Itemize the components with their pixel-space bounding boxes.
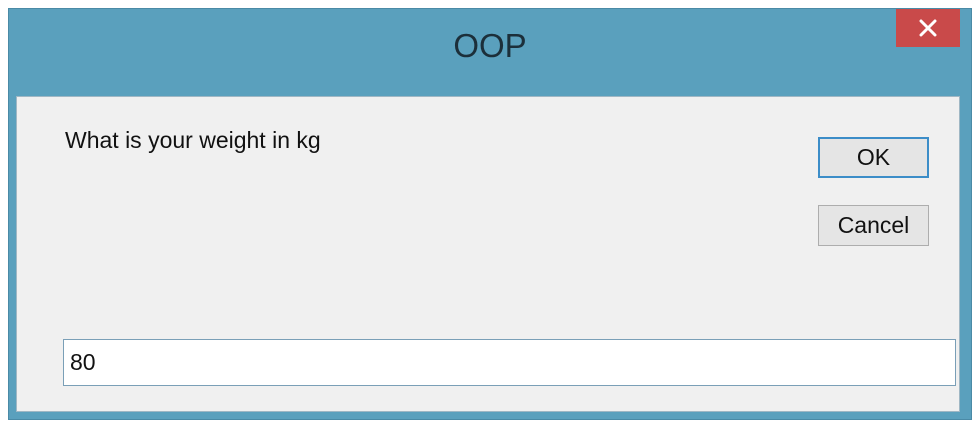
prompt-label: What is your weight in kg <box>65 127 321 153</box>
weight-input[interactable] <box>63 339 956 386</box>
close-button[interactable] <box>896 9 960 47</box>
cancel-button[interactable]: Cancel <box>818 205 929 246</box>
dialog-window: OOP What is your weight in kg OK Cancel <box>8 8 972 420</box>
title-bar[interactable]: OOP <box>9 9 971 93</box>
dialog-body: What is your weight in kg OK Cancel <box>16 96 960 412</box>
ok-button[interactable]: OK <box>818 137 929 178</box>
window-title: OOP <box>453 27 527 64</box>
close-icon <box>919 19 937 37</box>
